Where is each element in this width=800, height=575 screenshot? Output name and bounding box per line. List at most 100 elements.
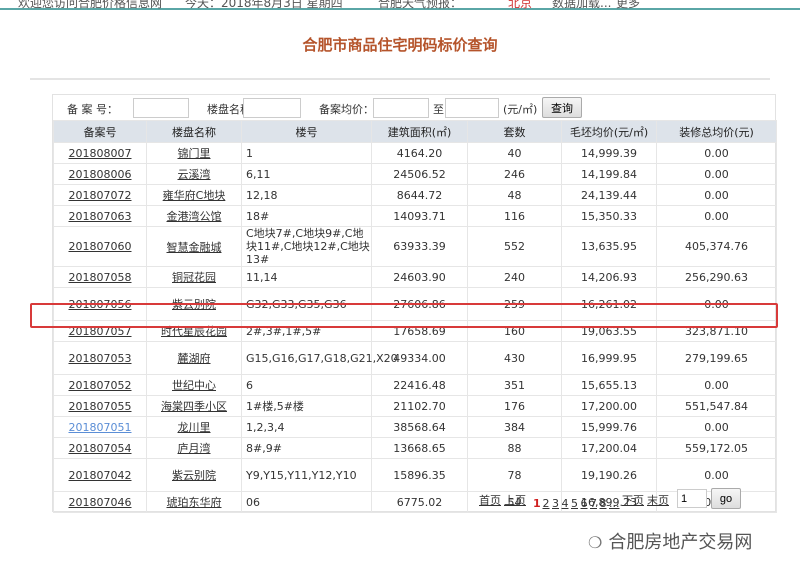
project-link[interactable]: 龙川里 bbox=[178, 421, 211, 434]
cell-5: 24,139.44 bbox=[561, 184, 657, 206]
page-link[interactable]: ... bbox=[609, 497, 620, 510]
cell-2: 18# bbox=[241, 205, 372, 227]
cell-1: 金港湾公馆 bbox=[146, 205, 242, 227]
cell-3: 4164.20 bbox=[371, 142, 468, 164]
record-no-link[interactable]: 201807042 bbox=[69, 469, 132, 482]
highlight-box bbox=[30, 303, 778, 328]
record-no-link[interactable]: 201807052 bbox=[69, 379, 132, 392]
cell-4: 351 bbox=[467, 374, 562, 396]
page-link[interactable]: 5 bbox=[571, 497, 578, 510]
record-no-link[interactable]: 201807055 bbox=[69, 400, 132, 413]
page-link[interactable]: 7 bbox=[590, 497, 597, 510]
cell-2: C地块7#,C地块9#,C地块11#,C地块12#,C地块13# bbox=[241, 226, 372, 267]
cell-0: 201807072 bbox=[53, 184, 147, 206]
price-max-input[interactable] bbox=[445, 98, 499, 118]
page-link[interactable]: 1 bbox=[533, 497, 541, 510]
record-no-link[interactable]: 201807054 bbox=[69, 442, 132, 455]
project-link[interactable]: 世纪中心 bbox=[172, 379, 216, 392]
cell-5: 17,200.04 bbox=[561, 437, 657, 459]
cell-6: 405,374.76 bbox=[656, 226, 777, 267]
cell-5: 15,350.33 bbox=[561, 205, 657, 227]
cell-0: 201808007 bbox=[53, 142, 147, 164]
cell-5: 15,999.76 bbox=[561, 416, 657, 438]
prev-page-link[interactable]: 上页 bbox=[504, 492, 526, 508]
cell-3: 15896.35 bbox=[371, 458, 468, 492]
cell-1: 锦门里 bbox=[146, 142, 242, 164]
project-link[interactable]: 麓湖府 bbox=[178, 352, 211, 365]
cell-1: 海棠四季小区 bbox=[146, 395, 242, 417]
project-link[interactable]: 智慧金融城 bbox=[167, 241, 222, 254]
first-page-link[interactable]: 首页 bbox=[479, 492, 501, 508]
project-link[interactable]: 紫云别院 bbox=[172, 469, 216, 482]
cell-2: Y9,Y15,Y11,Y12,Y10 bbox=[241, 458, 372, 492]
page-link[interactable]: 8 bbox=[600, 497, 607, 510]
cell-3: 63933.39 bbox=[371, 226, 468, 267]
go-button[interactable]: go bbox=[711, 488, 741, 509]
cell-6: 0.00 bbox=[656, 205, 777, 227]
record-no-link[interactable]: 201808006 bbox=[69, 168, 132, 181]
cell-3: 24603.90 bbox=[371, 266, 468, 288]
column-header: 套数 bbox=[467, 120, 562, 143]
cell-1: 龙川里 bbox=[146, 416, 242, 438]
project-link[interactable]: 雍华府C地块 bbox=[163, 189, 226, 202]
project-link[interactable]: 金港湾公馆 bbox=[167, 210, 222, 223]
unit-label: (元/㎡) bbox=[503, 103, 538, 116]
cell-6: 279,199.65 bbox=[656, 341, 777, 375]
record-no-link[interactable]: 201807060 bbox=[69, 240, 132, 253]
project-link[interactable]: 铜冠花园 bbox=[172, 271, 216, 284]
cell-0: 201808006 bbox=[53, 163, 147, 185]
record-no-link[interactable]: 201808007 bbox=[69, 147, 132, 160]
page-link[interactable]: 3 bbox=[552, 497, 559, 510]
cell-6: 256,290.63 bbox=[656, 266, 777, 288]
cell-5: 14,999.39 bbox=[561, 142, 657, 164]
project-link[interactable]: 云溪湾 bbox=[178, 168, 211, 181]
cell-6: 0.00 bbox=[656, 184, 777, 206]
cell-6: 0.00 bbox=[656, 374, 777, 396]
cell-3: 21102.70 bbox=[371, 395, 468, 417]
record-no-label: 备 案 号： bbox=[67, 103, 118, 116]
cell-6: 0.00 bbox=[656, 142, 777, 164]
watermark: ❍ 合肥房地产交易网 bbox=[588, 528, 752, 554]
record-no-link[interactable]: 201807072 bbox=[69, 189, 132, 202]
pagination: 首页 上页 12345678... 下页 末页 go bbox=[475, 487, 775, 511]
cell-3: 24506.52 bbox=[371, 163, 468, 185]
cell-4: 88 bbox=[467, 437, 562, 459]
to-label: 至 bbox=[433, 103, 444, 116]
record-no-link[interactable]: 201807046 bbox=[69, 496, 132, 509]
record-no-link[interactable]: 201807058 bbox=[69, 271, 132, 284]
last-page-link[interactable]: 末页 bbox=[647, 492, 669, 508]
record-no-link[interactable]: 201807063 bbox=[69, 210, 132, 223]
record-no-input[interactable] bbox=[133, 98, 189, 118]
cell-3: 22416.48 bbox=[371, 374, 468, 396]
project-input[interactable] bbox=[243, 98, 301, 118]
cell-5: 16,999.95 bbox=[561, 341, 657, 375]
cell-1: 紫云别院 bbox=[146, 458, 242, 492]
cell-2: 6 bbox=[241, 374, 372, 396]
table-row: 201807072 雍华府C地块 12,18 8644.72 48 24,139.44 0.… bbox=[53, 184, 777, 206]
cell-2: 06 bbox=[241, 491, 372, 513]
page-link[interactable]: 2 bbox=[543, 497, 550, 510]
project-link[interactable]: 锦门里 bbox=[178, 147, 211, 160]
table-row: 201807052 世纪中心 6 22416.48 351 15,655.13 0.00 bbox=[53, 374, 777, 396]
project-link[interactable]: 庐月湾 bbox=[178, 442, 211, 455]
record-no-link[interactable]: 201807053 bbox=[69, 352, 132, 365]
column-header: 备案号 bbox=[53, 120, 147, 143]
page-link[interactable]: 6 bbox=[581, 497, 588, 510]
query-button[interactable]: 查询 bbox=[542, 97, 582, 118]
more-link[interactable]: 更多 bbox=[616, 0, 640, 11]
cell-1: 庐月湾 bbox=[146, 437, 242, 459]
cell-4: 552 bbox=[467, 226, 562, 267]
record-no-link[interactable]: 201807051 bbox=[69, 421, 132, 434]
city-link[interactable]: 北京 bbox=[508, 0, 532, 11]
project-link[interactable]: 海棠四季小区 bbox=[161, 400, 227, 413]
weather-link[interactable]: 合肥天气预报： bbox=[378, 0, 462, 11]
project-link[interactable]: 琥珀东华府 bbox=[167, 496, 222, 509]
cell-4: 48 bbox=[467, 184, 562, 206]
price-label: 备案均价： bbox=[319, 103, 374, 116]
price-min-input[interactable] bbox=[373, 98, 429, 118]
cell-4: 40 bbox=[467, 142, 562, 164]
wechat-icon: ❍ bbox=[588, 533, 603, 552]
next-page-link[interactable]: 下页 bbox=[622, 492, 644, 508]
page-input[interactable] bbox=[677, 489, 707, 508]
page-link[interactable]: 4 bbox=[562, 497, 569, 510]
